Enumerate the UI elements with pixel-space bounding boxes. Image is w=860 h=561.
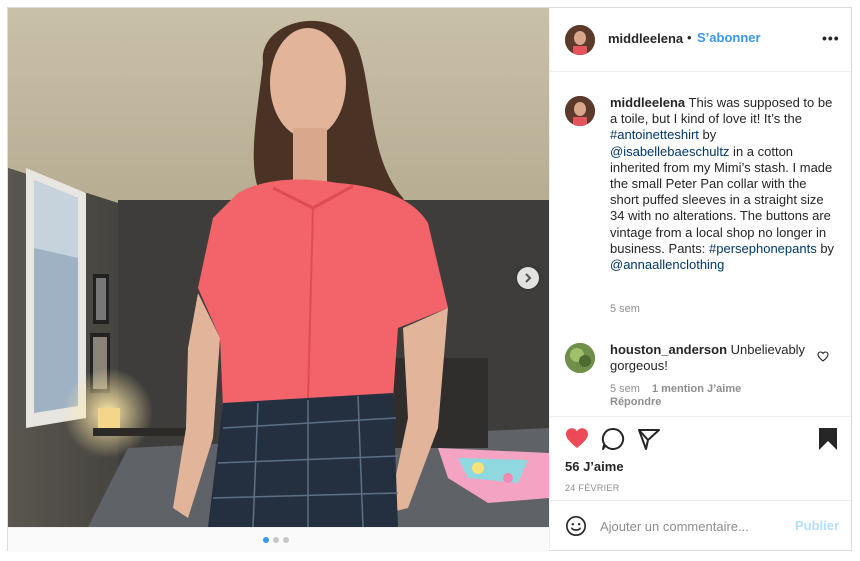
comment-input[interactable] bbox=[600, 517, 780, 535]
comment-meta: 5 sem 1 mention J’aime bbox=[610, 383, 741, 395]
post-date[interactable]: 24 FÉVRIER bbox=[565, 483, 620, 493]
carousel-dot bbox=[263, 537, 269, 543]
comment-button[interactable] bbox=[601, 427, 625, 456]
carousel-dots bbox=[263, 537, 289, 543]
carousel-dot bbox=[283, 537, 289, 543]
post-side-panel: middleelena • S’abonner ••• middleelena … bbox=[549, 8, 851, 550]
reply-button[interactable]: Répondre bbox=[610, 396, 661, 408]
author-username[interactable]: middleelena bbox=[608, 31, 683, 46]
like-comment-button[interactable] bbox=[817, 349, 829, 367]
follow-button[interactable]: S’abonner bbox=[697, 30, 761, 45]
mention-link[interactable]: @isabellebaeschultz bbox=[610, 144, 729, 159]
likes-count[interactable]: 56 J’aime bbox=[565, 459, 624, 474]
bookmark-icon bbox=[819, 428, 837, 450]
caption-timestamp[interactable]: 5 sem bbox=[610, 303, 640, 315]
commenter-username[interactable]: houston_anderson bbox=[610, 342, 727, 357]
caption-avatar[interactable] bbox=[565, 96, 595, 126]
header-separator: • bbox=[687, 30, 692, 45]
chevron-right-icon bbox=[525, 273, 532, 283]
caption-username[interactable]: middleelena bbox=[610, 95, 685, 110]
caption-text-part: by bbox=[698, 127, 717, 143]
comment-likes-count[interactable]: 1 mention J’aime bbox=[652, 383, 741, 395]
add-comment-bar: Publier bbox=[550, 500, 851, 550]
share-button[interactable] bbox=[637, 427, 661, 456]
save-button[interactable] bbox=[818, 427, 838, 456]
smiley-icon bbox=[566, 516, 586, 536]
mention-link[interactable]: @annaallenclothing bbox=[610, 257, 724, 272]
hashtag-link[interactable]: #antoinetteshirt bbox=[610, 127, 699, 142]
comment-timestamp[interactable]: 5 sem bbox=[610, 383, 640, 395]
publish-button[interactable]: Publier bbox=[795, 518, 839, 533]
comments-section: middleelena This was supposed to be a to… bbox=[550, 73, 851, 416]
emoji-button[interactable] bbox=[565, 515, 587, 542]
heart-icon bbox=[566, 428, 588, 448]
paper-plane-icon bbox=[638, 429, 660, 450]
carousel-dot bbox=[273, 537, 279, 543]
avatar-image bbox=[565, 25, 595, 55]
carousel-indicator-bar bbox=[8, 527, 549, 552]
hashtag-link[interactable]: #persephonepants bbox=[709, 241, 817, 256]
post-photo[interactable] bbox=[8, 8, 549, 527]
commenter-avatar[interactable] bbox=[565, 343, 595, 373]
comment-text: houston_anderson Unbelievably gorgeous! bbox=[610, 342, 815, 374]
comment-bubble-icon bbox=[601, 427, 625, 450]
more-options-button[interactable]: ••• bbox=[822, 30, 840, 46]
caption-text-part: by bbox=[816, 240, 835, 256]
heart-outline-icon bbox=[817, 351, 829, 362]
author-avatar[interactable] bbox=[565, 25, 595, 55]
avatar-image bbox=[565, 343, 595, 373]
caption-text: middleelena This was supposed to be a to… bbox=[610, 95, 835, 273]
carousel-next-button[interactable] bbox=[517, 267, 539, 289]
photo-illustration bbox=[8, 8, 549, 527]
post-card: middleelena • S’abonner ••• middleelena … bbox=[7, 7, 852, 552]
like-button[interactable] bbox=[565, 427, 589, 454]
more-dots-icon: ••• bbox=[822, 30, 840, 46]
avatar-image bbox=[565, 96, 595, 126]
post-header: middleelena • S’abonner ••• bbox=[550, 8, 851, 72]
caption-text-part: in a cotton inherited from my Mimi’s sta… bbox=[610, 143, 833, 256]
post-actions: 56 J’aime 24 FÉVRIER bbox=[550, 416, 851, 500]
